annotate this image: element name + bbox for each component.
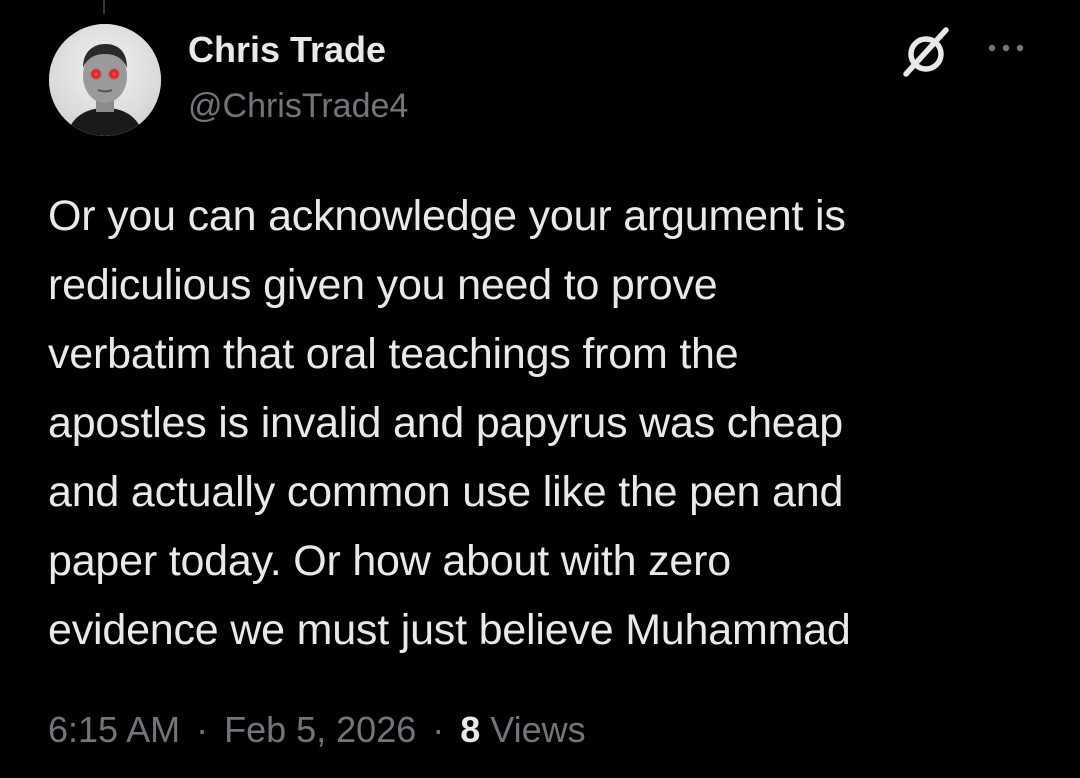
tweet-meta: 6:15 AM · Feb 5, 2026 · 8 Views xyxy=(48,704,586,756)
author-display-name[interactable]: Chris Trade xyxy=(188,28,386,72)
tweet-date[interactable]: Feb 5, 2026 xyxy=(224,709,416,750)
views-count[interactable]: 8 xyxy=(460,709,480,750)
avatar[interactable] xyxy=(49,24,161,136)
tweet: Chris Trade @ChrisTrade4 Or you can ackn… xyxy=(0,0,1080,778)
author-handle[interactable]: @ChrisTrade4 xyxy=(188,84,408,128)
tweet-text: Or you can acknowledge your argument is … xyxy=(48,192,851,654)
meta-separator: · xyxy=(432,709,445,750)
views-label[interactable]: Views xyxy=(490,709,585,750)
grok-icon[interactable] xyxy=(898,24,954,80)
more-options-icon[interactable] xyxy=(982,36,1030,60)
tweet-time[interactable]: 6:15 AM xyxy=(48,709,180,750)
meta-separator: · xyxy=(196,709,209,750)
avatar-photo xyxy=(49,24,161,136)
